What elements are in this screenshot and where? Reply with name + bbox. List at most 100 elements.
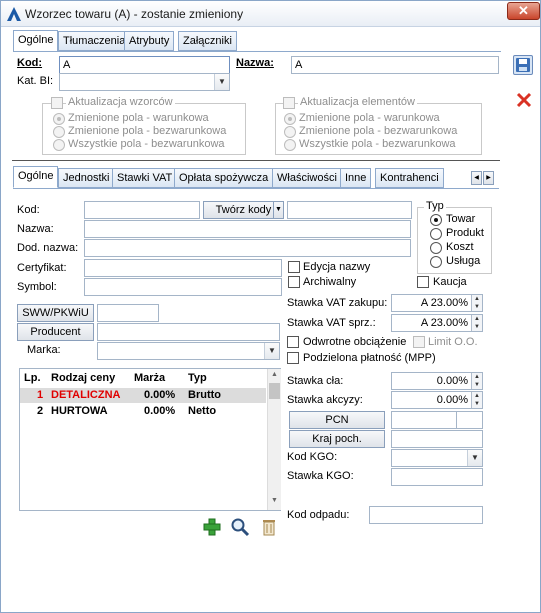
tworz-kody-button[interactable]: Twórz kody (203, 201, 284, 219)
stawka-akcyzy-input[interactable]: 0.00% (391, 391, 483, 409)
marka-chevron-down-icon[interactable]: ▼ (264, 343, 279, 359)
typ-option-produkt: Produkt (446, 227, 484, 239)
add-button[interactable] (202, 517, 222, 537)
tab-ogolne-inner[interactable]: Ogólne (13, 166, 59, 188)
scroll-down-icon[interactable]: ▼ (271, 497, 278, 504)
gen-kod2-input[interactable] (287, 201, 412, 219)
typ-radio-koszt[interactable] (430, 242, 442, 254)
tab-scroll-right-button[interactable]: ▶ (483, 171, 494, 185)
limit-checkbox[interactable] (413, 336, 425, 348)
odwrotne-checkbox[interactable] (287, 336, 299, 348)
nazwa-input[interactable]: A (291, 56, 499, 74)
col-lp: Lp. (24, 372, 41, 384)
stawka-cla-input[interactable]: 0.00% (391, 372, 483, 390)
vat-zakupu-spinner[interactable]: ▲ ▼ (471, 295, 482, 311)
table-row[interactable]: 2 HURTOWA 0.00% Netto (20, 404, 266, 419)
wzorcow-option-3: Wszystkie pola - bezwarunkowa (68, 138, 225, 150)
katbi-select[interactable] (59, 73, 230, 91)
pcn-input[interactable] (391, 411, 457, 429)
kod-odpadu-input[interactable] (369, 506, 483, 524)
kod-odpadu-label: Kod odpadu: (287, 509, 350, 521)
limit-label: Limit O.O. (428, 336, 478, 348)
tab-tlumaczenia[interactable]: Tłumaczenia (58, 31, 131, 51)
gen-nazwa-input[interactable] (84, 220, 411, 238)
elementow-radio-1[interactable] (284, 113, 296, 125)
aktualizacja-elementow-checkbox[interactable] (283, 97, 295, 109)
gen-kod-input[interactable] (84, 201, 200, 219)
stawka-kgo-input[interactable] (391, 468, 483, 486)
wzorcow-radio-1[interactable] (53, 113, 65, 125)
row-name: HURTOWA (51, 405, 108, 417)
elementow-radio-2[interactable] (284, 126, 296, 138)
pcn-extra-input[interactable] (456, 411, 483, 429)
search-button[interactable] (230, 517, 250, 537)
col-typ: Typ (188, 372, 207, 384)
sww-pkwiu-input[interactable] (97, 304, 159, 322)
tworz-kody-dropdown[interactable]: ▼ (273, 201, 284, 219)
pcn-button[interactable]: PCN (289, 411, 385, 429)
vat-sprz-input[interactable]: A 23.00% (391, 314, 483, 332)
aktualizacja-wzorcow-checkbox[interactable] (51, 97, 63, 109)
row-lp: 2 (37, 405, 44, 417)
kaucja-checkbox[interactable] (417, 276, 429, 288)
kod-input[interactable]: A (59, 56, 230, 74)
kod-label: Kod: (17, 57, 43, 69)
gen-dod-nazwa-input[interactable] (84, 239, 411, 257)
wzorcow-radio-3[interactable] (53, 139, 65, 151)
table-scrollbar[interactable]: ▲ ▼ (267, 369, 281, 510)
wzorcow-radio-2[interactable] (53, 126, 65, 138)
typ-radio-produkt[interactable] (430, 228, 442, 240)
stawka-kgo-label: Stawka KGO: (287, 470, 354, 482)
gen-kod-label: Kod: (17, 204, 40, 216)
archiwalny-label: Archiwalny (303, 276, 357, 288)
producent-input[interactable] (97, 323, 280, 341)
tab-kontrahenci[interactable]: Kontrahenci (375, 168, 444, 188)
kod-kgo-chevron-down-icon[interactable]: ▼ (467, 450, 482, 466)
tab-stawki-vat[interactable]: Stawki VAT (112, 168, 178, 188)
delete-button[interactable] (259, 517, 279, 537)
row-lp: 1 (37, 389, 44, 401)
stawka-akcyzy-spinner[interactable]: ▲ ▼ (471, 392, 482, 408)
edycja-nazwy-label: Edycja nazwy (303, 261, 371, 273)
kraj-poch-button[interactable]: Kraj poch. (289, 430, 385, 448)
symbol-label: Symbol: (17, 281, 57, 293)
elementow-radio-3[interactable] (284, 139, 296, 151)
tab-atrybuty[interactable]: Atrybuty (124, 31, 175, 51)
row-name: DETALICZNA (51, 389, 121, 401)
tab-strip-line (13, 51, 501, 52)
certyfikat-input[interactable] (84, 259, 282, 277)
archiwalny-checkbox[interactable] (288, 276, 300, 288)
stawka-cla-spinner[interactable]: ▲ ▼ (471, 373, 482, 389)
gen-dod-nazwa-label: Dod. nazwa: (17, 242, 79, 254)
typ-radio-usluga[interactable] (430, 256, 442, 268)
chevron-down-icon[interactable]: ▼ (214, 74, 229, 90)
stawka-akcyzy-label: Stawka akcyzy: (287, 394, 363, 406)
save-button[interactable] (513, 55, 533, 75)
typ-title: Typ (424, 200, 446, 212)
close-window-button[interactable]: ✕ (507, 2, 540, 20)
table-row[interactable]: 1 DETALICZNA 0.00% Brutto (20, 388, 266, 403)
scroll-thumb[interactable] (269, 383, 280, 399)
tab-zalaczniki[interactable]: Załączniki (178, 31, 237, 51)
edycja-nazwy-checkbox[interactable] (288, 261, 300, 273)
tab-inne[interactable]: Inne (340, 168, 372, 188)
vat-sprz-spinner[interactable]: ▲ ▼ (471, 315, 482, 331)
symbol-input[interactable] (84, 278, 282, 296)
typ-option-koszt: Koszt (446, 241, 474, 253)
tab-oplata-spozywcza[interactable]: Opłata spożywcza (174, 168, 274, 188)
podzielona-checkbox[interactable] (287, 352, 299, 364)
cancel-button[interactable] (514, 90, 534, 110)
inner-tab-strip-line (13, 188, 499, 189)
vat-zakupu-input[interactable]: A 23.00% (391, 294, 483, 312)
sww-pkwiu-button[interactable]: SWW/PKWiU (17, 304, 94, 322)
typ-radio-towar[interactable] (430, 214, 442, 226)
tab-jednostki[interactable]: Jednostki (58, 168, 115, 188)
tab-scroll-left-button[interactable]: ◀ (471, 171, 482, 185)
marka-select[interactable] (97, 342, 280, 360)
tab-wlasciwosci[interactable]: Właściwości (272, 168, 342, 188)
section-divider (12, 160, 500, 161)
kraj-poch-input[interactable] (391, 430, 483, 448)
producent-button[interactable]: Producent (17, 323, 94, 341)
scroll-up-icon[interactable]: ▲ (271, 371, 278, 378)
tab-ogolne-top[interactable]: Ogólne (13, 30, 59, 52)
